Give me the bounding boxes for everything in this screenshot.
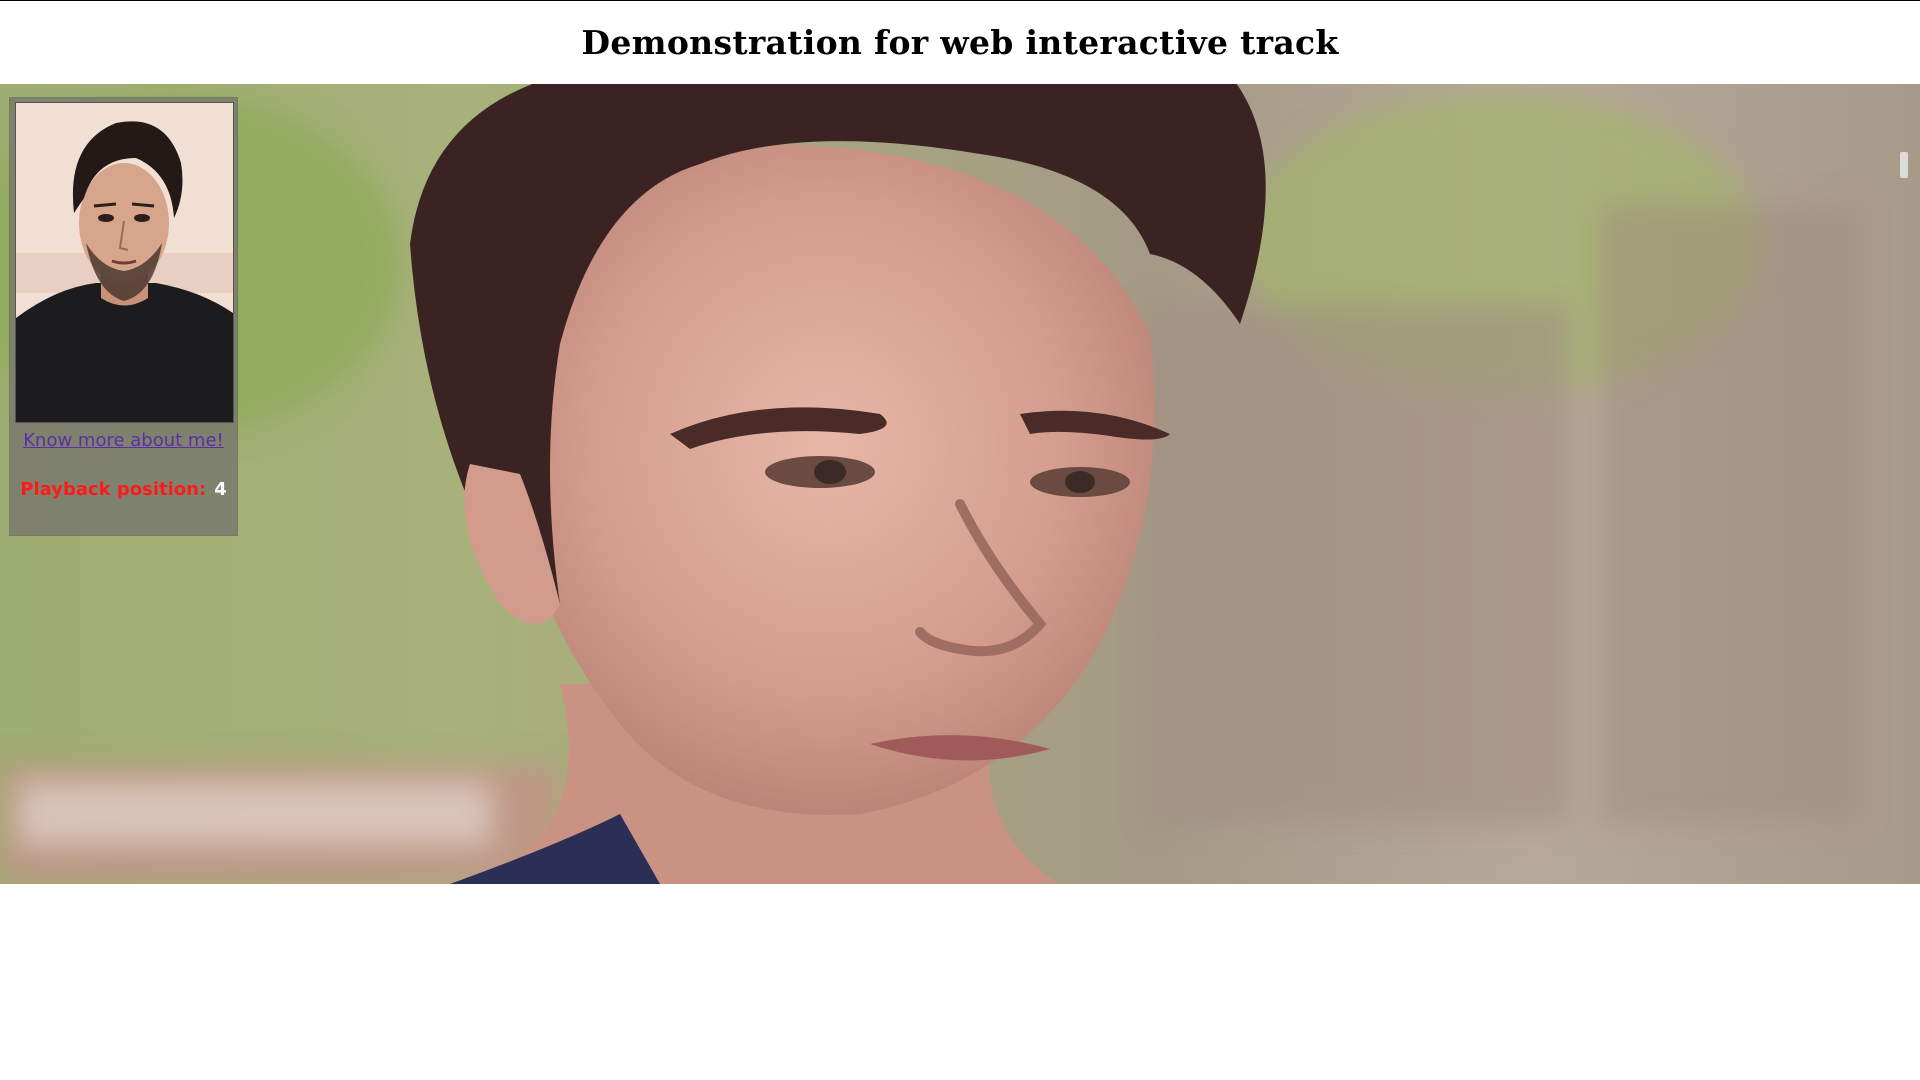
video-player[interactable]: Know more about me! Playback position: 4 bbox=[0, 84, 1920, 884]
info-overlay-card: Know more about me! Playback position: 4 bbox=[10, 98, 237, 535]
scrollbar-thumb[interactable] bbox=[1900, 152, 1908, 178]
page-title: Demonstration for web interactive track bbox=[581, 22, 1339, 62]
playback-label: Playback position: bbox=[20, 479, 207, 500]
playback-position: Playback position: 4 bbox=[10, 479, 237, 500]
video-frame-image bbox=[0, 84, 1920, 884]
know-more-link[interactable]: Know more about me! bbox=[10, 430, 237, 451]
portrait-image bbox=[15, 102, 234, 423]
playback-value: 4 bbox=[214, 479, 227, 500]
